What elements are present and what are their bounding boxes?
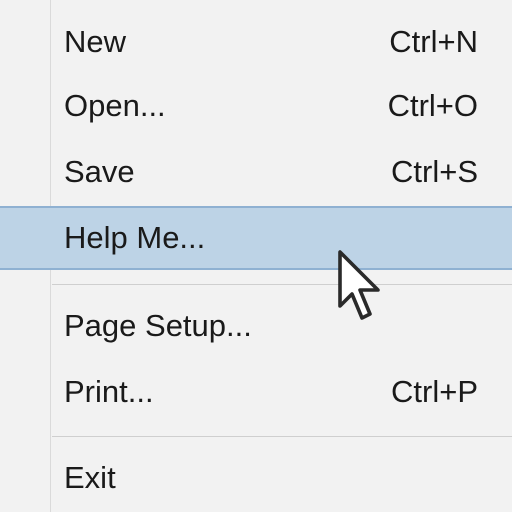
mouse-pointer-icon xyxy=(338,250,380,320)
menu-item-shortcut: Ctrl+O xyxy=(387,88,478,123)
menu-item-label: Print... xyxy=(64,374,154,409)
menu-item-label: Page Setup... xyxy=(64,308,252,343)
menu-item-help-me[interactable]: Help Me... xyxy=(0,206,512,270)
menu-item-label: Open... xyxy=(64,88,166,123)
menu-item-shortcut: Ctrl+N xyxy=(389,24,478,59)
menu-separator xyxy=(52,284,512,285)
menu-item-label: Exit xyxy=(64,460,116,495)
menu-item-label: Save xyxy=(64,154,135,189)
menu-item-page-setup[interactable]: Page Setup... xyxy=(0,294,512,358)
menu-item-label: New xyxy=(64,24,127,59)
menu-item-open[interactable]: Open... Ctrl+O xyxy=(0,74,512,138)
menu-item-label: Help Me... xyxy=(64,220,206,255)
menu-item-print[interactable]: Print... Ctrl+P xyxy=(0,360,512,424)
menu-separator xyxy=(52,436,512,437)
menu-item-exit[interactable]: Exit xyxy=(0,446,512,510)
menu-item-shortcut: Ctrl+P xyxy=(391,374,478,409)
file-menu: New Ctrl+N Open... Ctrl+O Save Ctrl+S He… xyxy=(0,0,512,512)
menu-item-new[interactable]: New Ctrl+N xyxy=(0,10,512,74)
menu-item-save[interactable]: Save Ctrl+S xyxy=(0,140,512,204)
menu-item-shortcut: Ctrl+S xyxy=(391,154,478,189)
